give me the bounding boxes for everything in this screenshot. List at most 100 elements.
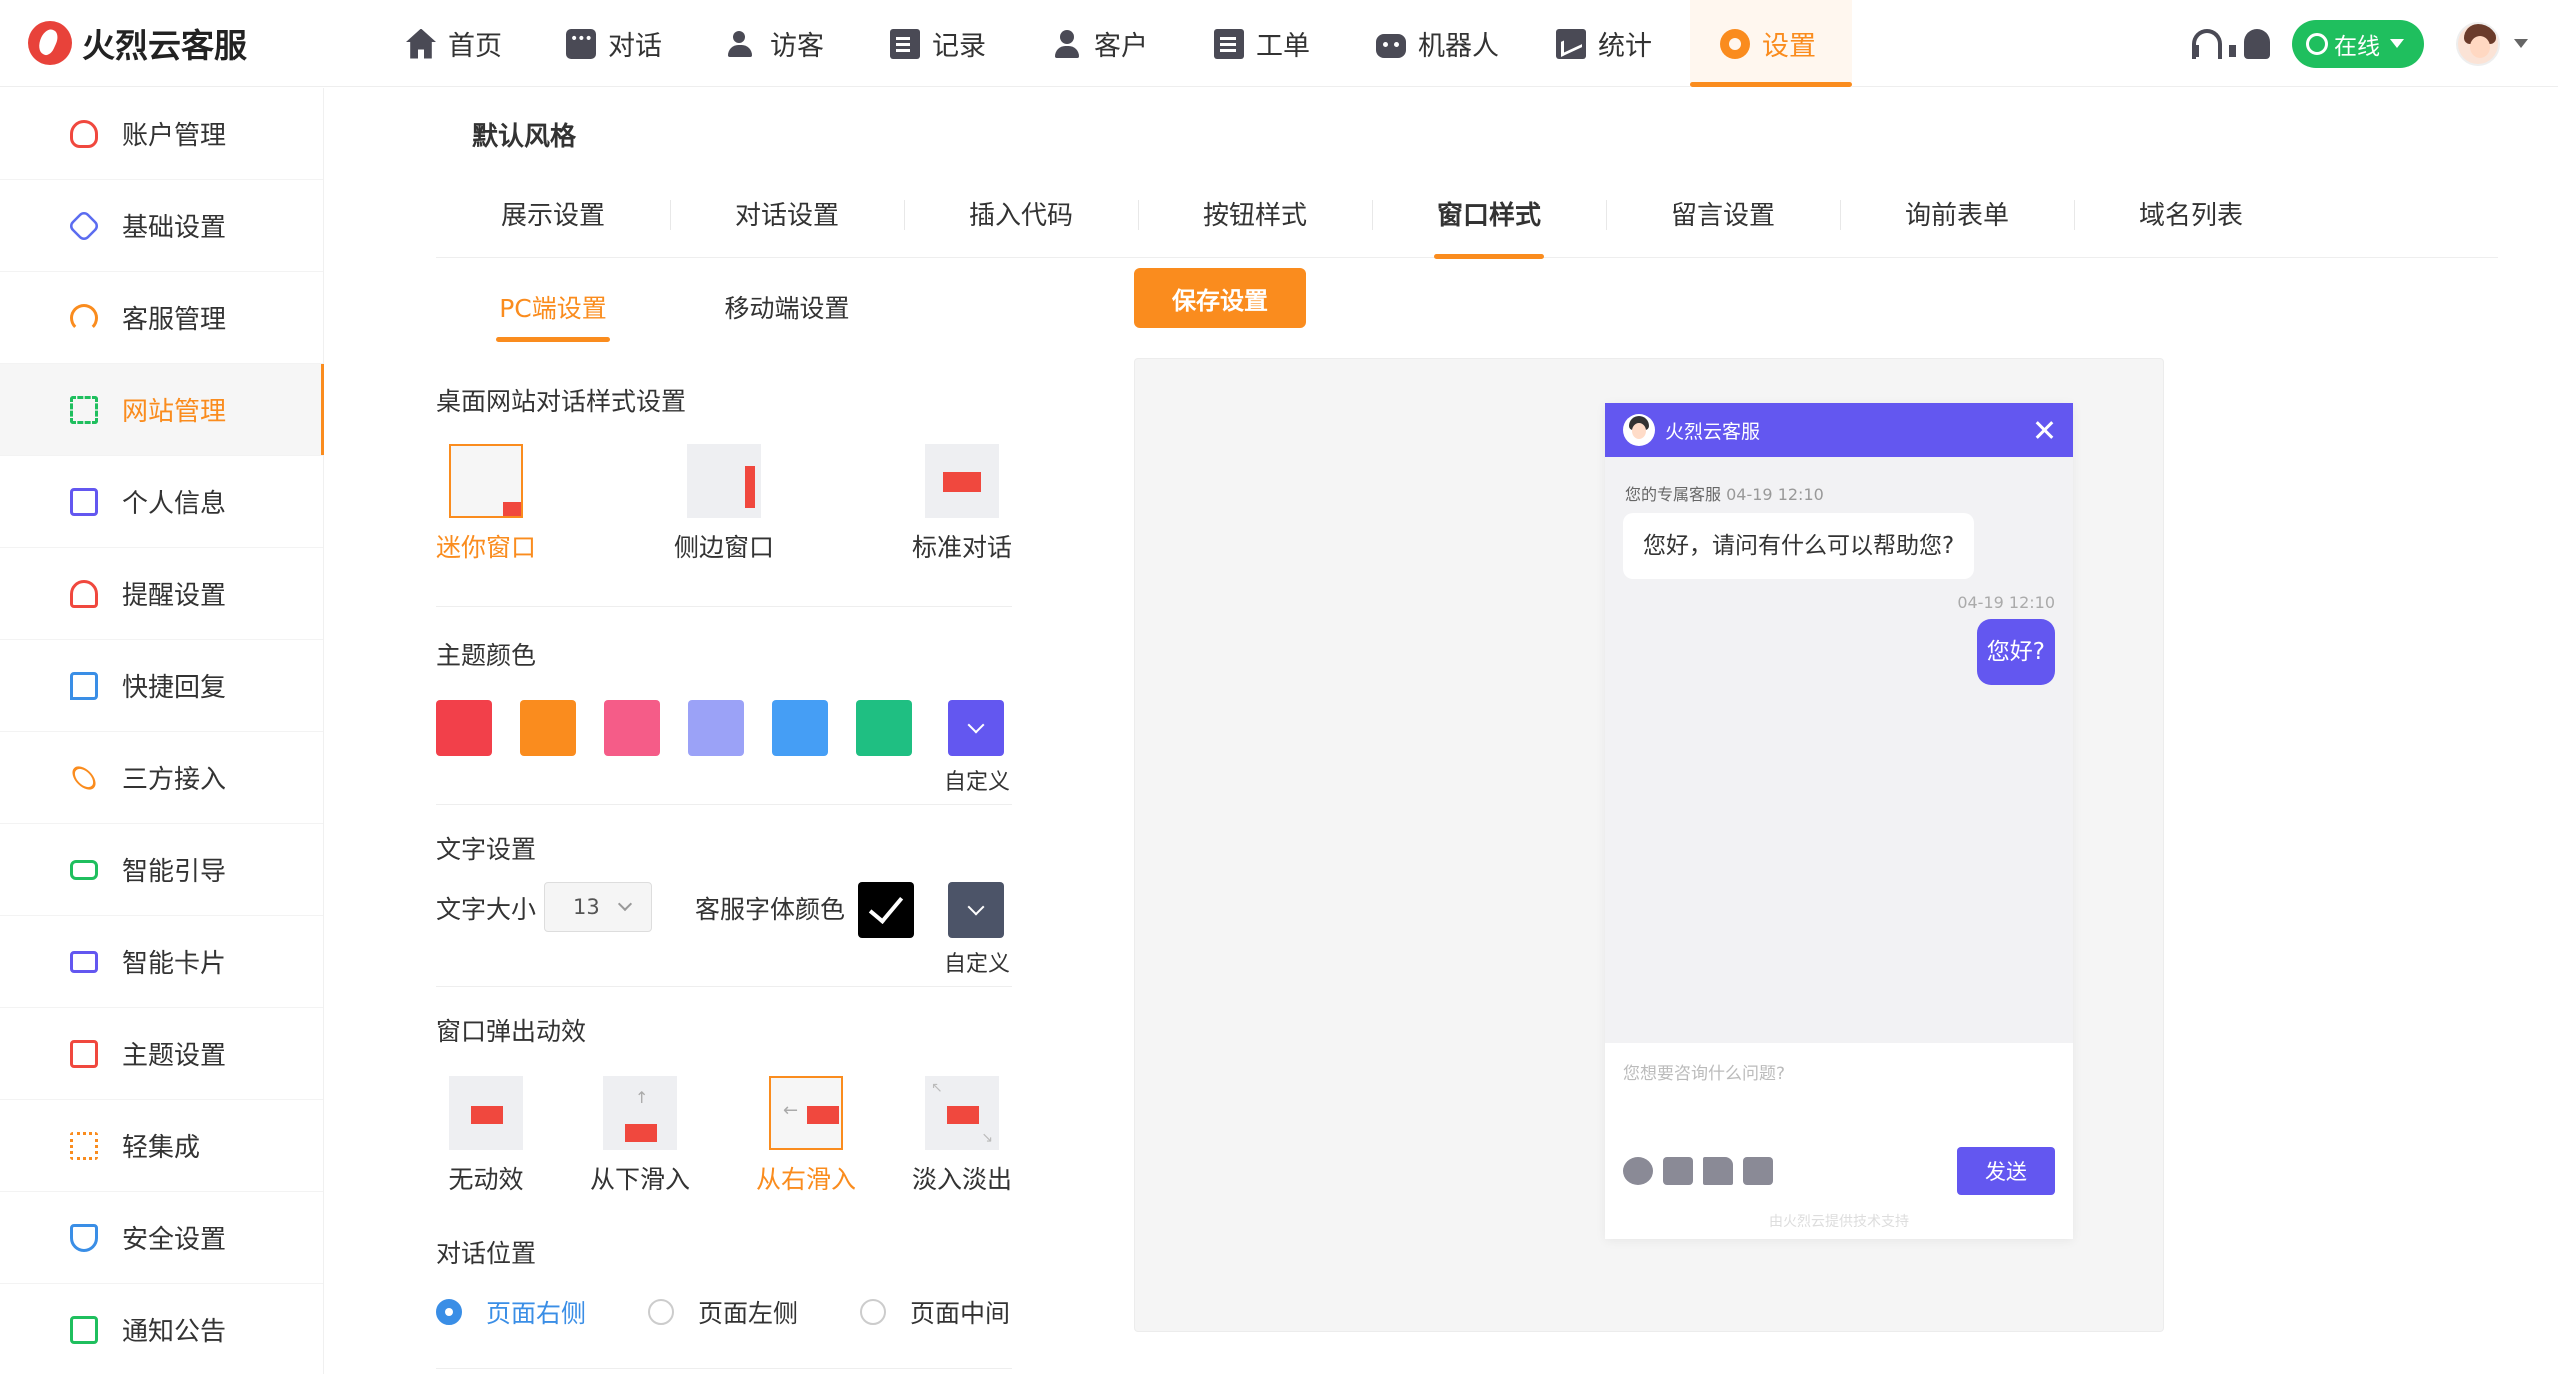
device-subtabs: PC端设置 移动端设置 — [436, 272, 904, 342]
bell-icon[interactable] — [2244, 28, 2270, 59]
top-navbar: 火烈云客服 首页 对话 访客 记录 客户 工单 机器人 — [0, 0, 2558, 87]
anim-slide-right-preview: ← — [769, 1076, 843, 1150]
tab-domains[interactable]: 域名列表 — [2074, 168, 2308, 258]
divider — [436, 606, 1012, 607]
sidebar-item-reminder[interactable]: 提醒设置 — [0, 548, 323, 640]
style-option-side[interactable]: 侧边窗口 — [654, 444, 794, 564]
link-icon — [68, 761, 100, 794]
position-radio-right[interactable]: 页面右侧 — [436, 1294, 586, 1330]
sidebar-item-guide[interactable]: 智能引导 — [0, 824, 323, 916]
sidebar-item-security[interactable]: 安全设置 — [0, 1192, 323, 1284]
nav-item-home[interactable]: 首页 — [406, 0, 506, 87]
radio-dot — [860, 1299, 886, 1325]
nav-item-chat[interactable]: 对话 — [566, 0, 666, 87]
anim-none-preview — [449, 1076, 523, 1150]
theme-color-blue[interactable] — [772, 700, 828, 756]
subtab-mobile[interactable]: 移动端设置 — [670, 272, 904, 342]
subtab-pc[interactable]: PC端设置 — [436, 272, 670, 342]
anim-option-fade[interactable]: ↖ ↘ 淡入淡出 — [892, 1076, 1032, 1196]
stats-icon — [1556, 28, 1586, 59]
anim-option-slide-up[interactable]: ↑ 从下滑入 — [570, 1076, 710, 1196]
app-name: 火烈云客服 — [82, 26, 247, 65]
tab-insert-code[interactable]: 插入代码 — [904, 168, 1138, 258]
online-status-dropdown[interactable]: 在线 — [2292, 19, 2424, 68]
sidebar-item-website[interactable]: 网站管理 — [0, 364, 324, 456]
sidebar-item-profile[interactable]: 个人信息 — [0, 456, 323, 548]
font-size-select[interactable]: 13 — [544, 882, 652, 932]
nav-item-settings[interactable]: 设置 — [1690, 0, 1852, 87]
nav-item-ticket[interactable]: 工单 — [1214, 0, 1314, 87]
style-option-standard[interactable]: 标准对话 — [892, 444, 1032, 564]
sidebar-item-card[interactable]: 智能卡片 — [0, 916, 323, 1008]
radio-dot — [648, 1299, 674, 1325]
emoji-icon[interactable] — [1623, 1157, 1653, 1185]
agent-font-color-black[interactable] — [858, 882, 914, 938]
record-icon — [890, 28, 920, 59]
tab-window-style[interactable]: 窗口样式 — [1372, 168, 1606, 259]
nav-item-record[interactable]: 记录 — [890, 0, 990, 87]
avatar[interactable] — [2456, 21, 2500, 66]
folder-icon[interactable] — [1703, 1157, 1733, 1185]
form-icon[interactable] — [1743, 1157, 1773, 1185]
send-button[interactable]: 发送 — [1957, 1147, 2055, 1195]
nav-item-stats[interactable]: 统计 — [1556, 0, 1656, 87]
chevron-down-icon — [967, 716, 985, 734]
sidebar-item-theme[interactable]: 主题设置 — [0, 1008, 323, 1100]
nav-item-visitor[interactable]: 访客 — [728, 0, 828, 87]
font-color-custom-label: 自定义 — [944, 952, 1011, 977]
card-icon — [70, 950, 98, 973]
guide-icon — [70, 859, 98, 880]
agent-font-color-label: 客服字体颜色 — [695, 895, 846, 924]
header-actions: 在线 — [2192, 0, 2528, 87]
position-radio-left[interactable]: 页面左侧 — [648, 1294, 798, 1330]
close-icon[interactable] — [2033, 419, 2055, 441]
sidebar-item-notice[interactable]: 通知公告 — [0, 1284, 323, 1374]
user-message-bubble: 您好? — [1976, 619, 2055, 685]
nav-item-customer[interactable]: 客户 — [1052, 0, 1152, 87]
theme-color-lavender[interactable] — [688, 700, 744, 756]
theme-color-pink[interactable] — [604, 700, 660, 756]
visitor-icon — [728, 29, 758, 59]
headset-icon[interactable] — [2192, 28, 2236, 59]
theme-color-red[interactable] — [436, 700, 492, 756]
nav-item-robot[interactable]: 机器人 — [1376, 0, 1506, 87]
agent-font-color-custom-picker[interactable] — [948, 882, 1004, 938]
sidebar-item-agents[interactable]: 客服管理 — [0, 272, 323, 364]
theme-color-orange[interactable] — [520, 700, 576, 756]
style-option-mini[interactable]: 迷你窗口 — [416, 444, 556, 564]
chat-input-area[interactable]: 您想要咨询什么问题? 发送 由火烈云提供技术支持 — [1605, 1043, 2073, 1239]
shield-icon — [70, 1223, 98, 1252]
anim-option-slide-right[interactable]: ← 从右滑入 — [736, 1076, 876, 1196]
tab-pre-form[interactable]: 询前表单 — [1840, 168, 2074, 258]
sidebar-item-integration[interactable]: 轻集成 — [0, 1100, 323, 1192]
theme-color-green[interactable] — [856, 700, 912, 756]
font-size-label: 文字大小 — [436, 895, 537, 924]
chevron-down-icon — [2390, 39, 2404, 48]
position-radio-center[interactable]: 页面中间 — [860, 1294, 1010, 1330]
sidebar-item-third-party[interactable]: 三方接入 — [0, 732, 323, 824]
anim-fade-preview: ↖ ↘ — [925, 1076, 999, 1150]
anim-option-none[interactable]: 无动效 — [416, 1076, 556, 1196]
hexagon-icon — [67, 208, 101, 243]
theme-color-custom-picker[interactable] — [948, 700, 1004, 756]
sidebar-item-account[interactable]: 账户管理 — [0, 88, 323, 180]
save-button[interactable]: 保存设置 — [1134, 268, 1306, 328]
tab-message[interactable]: 留言设置 — [1606, 168, 1840, 258]
sidebar-item-basic[interactable]: 基础设置 — [0, 180, 323, 272]
avatar-chevron-down-icon[interactable] — [2514, 39, 2528, 48]
divider — [436, 1368, 1012, 1369]
bell-icon — [70, 579, 98, 608]
text-section-title: 文字设置 — [436, 835, 537, 864]
tab-display[interactable]: 展示设置 — [436, 168, 670, 258]
theme-section-title: 主题颜色 — [436, 641, 537, 670]
image-icon[interactable] — [1663, 1157, 1693, 1185]
arrow-up-icon: ↑ — [635, 1088, 649, 1107]
tab-dialog[interactable]: 对话设置 — [670, 168, 904, 258]
tab-button-style[interactable]: 按钮样式 — [1138, 168, 1372, 258]
customer-icon — [1052, 29, 1082, 59]
arrow-left-icon: ← — [783, 1100, 799, 1121]
app-logo[interactable]: 火烈云客服 — [28, 18, 247, 68]
sidebar-item-quick-reply[interactable]: 快捷回复 — [0, 640, 323, 732]
main-content: 默认风格 展示设置 对话设置 插入代码 按钮样式 窗口样式 留言设置 询前表单 … — [324, 88, 2558, 1374]
integration-icon — [70, 1131, 98, 1160]
